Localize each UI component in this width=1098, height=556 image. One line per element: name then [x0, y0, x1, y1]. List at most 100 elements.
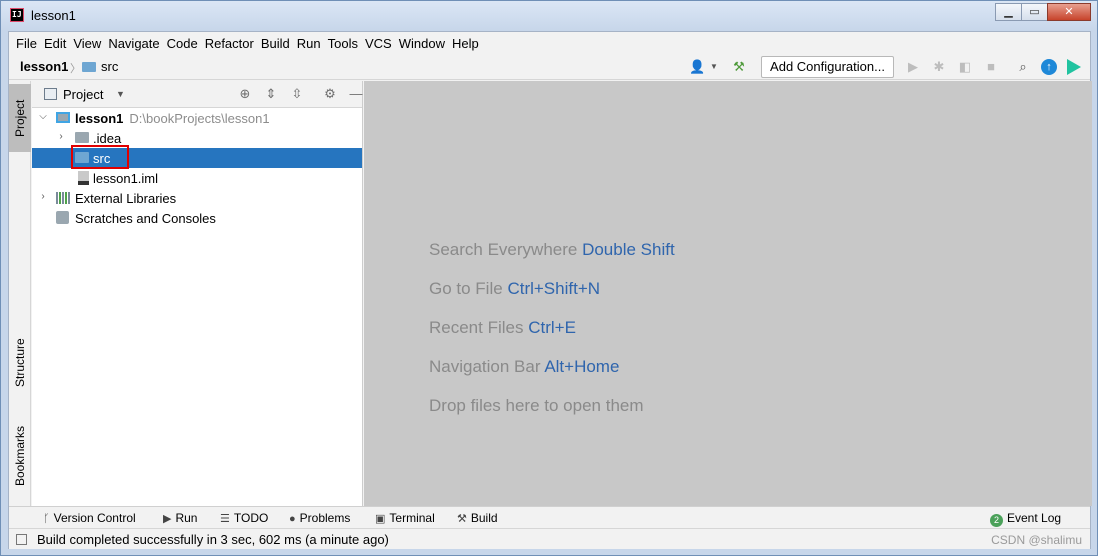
- chevron-down-icon[interactable]: ▼: [706, 59, 722, 75]
- version-control-label: Version Control: [53, 511, 136, 525]
- hint-shortcut: Double Shift: [582, 240, 675, 259]
- hint-shortcut: Ctrl+Shift+N: [507, 279, 601, 298]
- expand-all-icon[interactable]: ⇕: [263, 86, 279, 102]
- menu-view[interactable]: View: [71, 36, 106, 51]
- left-tool-strip: Project Structure Bookmarks: [9, 81, 31, 506]
- menu-edit[interactable]: Edit: [42, 36, 71, 51]
- code-with-me-icon[interactable]: [1067, 59, 1083, 75]
- library-icon: [56, 192, 70, 204]
- collapse-all-icon[interactable]: ⇳: [289, 86, 305, 102]
- run-tab[interactable]: ▶ Run: [163, 511, 197, 525]
- hammer-icon: ⚒: [457, 513, 467, 525]
- watermark-text: CSDN @shalimu: [991, 533, 1082, 547]
- version-control-tab[interactable]: ᚴ Version Control: [43, 511, 136, 525]
- hide-panel-icon[interactable]: —: [348, 86, 364, 102]
- menu-build[interactable]: Build: [259, 36, 295, 51]
- module-folder-icon: [56, 112, 70, 123]
- build-hammer-icon[interactable]: ⚒: [731, 59, 747, 75]
- build-tab[interactable]: ⚒ Build: [457, 511, 498, 525]
- menu-help[interactable]: Help: [450, 36, 484, 51]
- todo-label: TODO: [233, 511, 269, 525]
- menu-bar: File Edit View Navigate Code Refactor Bu…: [9, 32, 1090, 54]
- hint-text: Drop files here to open them: [429, 396, 644, 415]
- chevron-right-icon[interactable]: ›: [38, 191, 48, 202]
- breadcrumb-project[interactable]: lesson1: [20, 59, 68, 74]
- info-icon: ●: [289, 513, 296, 525]
- hint-navigation-bar: Navigation Bar Alt+Home: [429, 357, 619, 377]
- tree-label-lesson1: lesson1: [75, 111, 124, 126]
- hint-recent-files: Recent Files Ctrl+E: [429, 318, 576, 338]
- menu-tools[interactable]: Tools: [326, 36, 363, 51]
- hint-text: Go to File: [429, 279, 503, 298]
- window-title: lesson1: [31, 8, 76, 23]
- search-icon[interactable]: ⌕: [1015, 59, 1031, 75]
- editor-empty-area[interactable]: Search Everywhere Double Shift Go to Fil…: [364, 81, 1092, 506]
- maximize-button[interactable]: ▭: [1021, 3, 1048, 21]
- stop-icon[interactable]: ■: [983, 59, 999, 75]
- menu-code[interactable]: Code: [165, 36, 203, 51]
- annotation-highlight-box: [71, 145, 129, 169]
- bottom-tool-bar: ᚴ Version Control ▶ Run ☰ TODO ● Problems ▣ T…: [9, 506, 1090, 528]
- menu-refactor[interactable]: Refactor: [203, 36, 259, 51]
- update-icon[interactable]: ↑: [1041, 59, 1057, 75]
- breadcrumb-src[interactable]: src: [101, 59, 118, 74]
- structure-tool-tab[interactable]: Structure: [9, 328, 31, 398]
- window-controls: ▁ ▭ ✕: [995, 3, 1091, 21]
- module-file-icon: [78, 171, 89, 185]
- branch-icon: ᚴ: [43, 513, 50, 525]
- project-tree: ⌵ lesson1 D:\bookProjects\lesson1 › .idea…: [32, 108, 362, 228]
- menu-navigate[interactable]: Navigate: [106, 36, 164, 51]
- gear-icon[interactable]: ⚙: [322, 86, 338, 102]
- hint-go-to-file: Go to File Ctrl+Shift+N: [429, 279, 600, 299]
- run-icon: ▶: [163, 513, 172, 525]
- minimize-button[interactable]: ▁: [995, 3, 1022, 21]
- project-tool-tab[interactable]: Project: [9, 84, 31, 152]
- hint-drop-files: Drop files here to open them: [429, 396, 644, 416]
- project-view-icon: [44, 88, 57, 100]
- tree-row-src[interactable]: src: [32, 145, 362, 169]
- menu-file[interactable]: File: [14, 36, 42, 51]
- folder-icon: [75, 132, 89, 143]
- tree-label-external-libraries: External Libraries: [75, 191, 177, 206]
- tree-row-lesson1[interactable]: ⌵ lesson1 D:\bookProjects\lesson1: [32, 108, 362, 128]
- hint-search-everywhere: Search Everywhere Double Shift: [429, 240, 675, 260]
- scratches-icon: [56, 211, 69, 224]
- terminal-tab[interactable]: ▣ Terminal: [375, 511, 435, 525]
- hint-text: Recent Files: [429, 318, 524, 337]
- todo-tab[interactable]: ☰ TODO: [220, 511, 268, 525]
- project-panel-header: Project ▼ ⊕ ⇕ ⇳ ⚙ —: [32, 81, 364, 108]
- problems-tab[interactable]: ● Problems: [289, 511, 350, 525]
- event-log-label: Event Log: [1007, 511, 1062, 525]
- status-message[interactable]: Build completed successfully in 3 sec, 6…: [37, 532, 389, 547]
- tree-label-idea: .idea: [93, 131, 122, 146]
- list-icon: ☰: [220, 513, 230, 525]
- toggle-tool-windows-icon[interactable]: [16, 534, 27, 545]
- chevron-right-icon[interactable]: ›: [56, 131, 66, 142]
- terminal-label: Terminal: [389, 511, 435, 525]
- bookmarks-tool-tab[interactable]: Bookmarks: [9, 415, 31, 497]
- chevron-down-icon[interactable]: ▼: [116, 89, 125, 99]
- tree-row-external-libraries[interactable]: › External Libraries: [32, 188, 362, 208]
- navigation-bar: lesson1 〉 src 👤 ▼ ⚒ Add Configuration...…: [9, 54, 1090, 80]
- menu-vcs[interactable]: VCS: [363, 36, 397, 51]
- run-icon[interactable]: ▶: [905, 59, 921, 75]
- menu-run[interactable]: Run: [295, 36, 326, 51]
- user-account-icon[interactable]: 👤: [689, 59, 705, 75]
- tree-row-scratches[interactable]: Scratches and Consoles: [32, 208, 362, 228]
- locate-file-icon[interactable]: ⊕: [237, 86, 253, 102]
- event-log-tab[interactable]: 2 Event Log: [990, 511, 1061, 527]
- title-bar: IJ lesson1 ▁ ▭ ✕: [1, 1, 1097, 31]
- tree-row-iml[interactable]: lesson1.iml: [32, 168, 362, 188]
- intellij-app-icon: IJ: [10, 8, 24, 22]
- debug-icon[interactable]: ✱: [931, 59, 947, 75]
- project-tab-label: Project: [13, 99, 27, 137]
- hint-shortcut: Ctrl+E: [528, 318, 576, 337]
- menu-window[interactable]: Window: [397, 36, 450, 51]
- close-button[interactable]: ✕: [1047, 3, 1091, 21]
- chevron-down-icon[interactable]: ⌵: [38, 111, 48, 122]
- coverage-icon[interactable]: ◧: [957, 59, 973, 75]
- project-view-selector[interactable]: Project: [63, 87, 103, 102]
- add-configuration-button[interactable]: Add Configuration...: [761, 56, 894, 78]
- run-label: Run: [175, 511, 198, 525]
- tree-label-scratches: Scratches and Consoles: [75, 211, 216, 226]
